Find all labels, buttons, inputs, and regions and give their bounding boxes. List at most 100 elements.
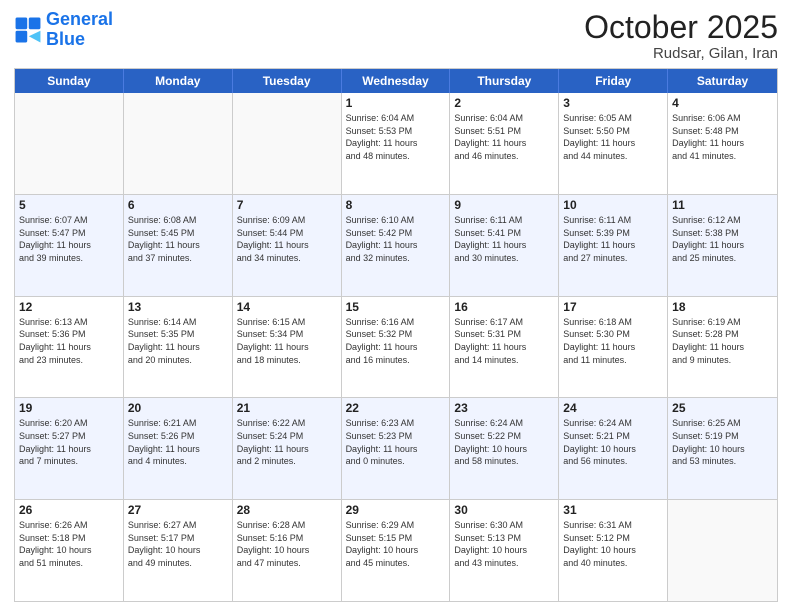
cell-day-number: 19 (19, 401, 119, 415)
header-monday: Monday (124, 69, 233, 93)
header-thursday: Thursday (450, 69, 559, 93)
cell-day-number: 3 (563, 96, 663, 110)
calendar-cell-1-0: 5 Sunrise: 6:07 AM Sunset: 5:47 PM Daylig… (15, 195, 124, 296)
calendar-cell-3-2: 21Sunrise: 6:22 AM Sunset: 5:24 PM Dayli… (233, 398, 342, 499)
cell-day-number: 27 (128, 503, 228, 517)
calendar-row-1: 5 Sunrise: 6:07 AM Sunset: 5:47 PM Daylig… (15, 194, 777, 296)
cell-day-number: 8 (346, 198, 446, 212)
calendar-cell-1-3: 8Sunrise: 6:10 AM Sunset: 5:42 PM Daylig… (342, 195, 451, 296)
cell-info-text: Sunrise: 6:29 AM Sunset: 5:15 PM Dayligh… (346, 519, 446, 569)
cell-info-text: Sunrise: 6:08 AM Sunset: 5:45 PM Dayligh… (128, 214, 228, 264)
calendar-cell-2-0: 12 Sunrise: 6:13 AM Sunset: 5:36 PM Dayli… (15, 297, 124, 398)
calendar-cell-2-4: 16 Sunrise: 6:17 AM Sunset: 5:31 PM Dayli… (450, 297, 559, 398)
cell-day-number: 5 (19, 198, 119, 212)
cell-info-text: Sunrise: 6:13 AM Sunset: 5:36 PM Dayligh… (19, 316, 119, 366)
cell-day-number: 2 (454, 96, 554, 110)
cell-day-number: 13 (128, 300, 228, 314)
calendar-cell-1-4: 9Sunrise: 6:11 AM Sunset: 5:41 PM Daylig… (450, 195, 559, 296)
calendar-cell-4-5: 31Sunrise: 6:31 AM Sunset: 5:12 PM Dayli… (559, 500, 668, 601)
header-friday: Friday (559, 69, 668, 93)
cell-day-number: 1 (346, 96, 446, 110)
cell-day-number: 28 (237, 503, 337, 517)
cell-info-text: Sunrise: 6:27 AM Sunset: 5:17 PM Dayligh… (128, 519, 228, 569)
calendar-cell-0-0 (15, 93, 124, 194)
cell-info-text: Sunrise: 6:11 AM Sunset: 5:39 PM Dayligh… (563, 214, 663, 264)
calendar-cell-2-6: 18Sunrise: 6:19 AM Sunset: 5:28 PM Dayli… (668, 297, 777, 398)
cell-day-number: 21 (237, 401, 337, 415)
title-block: October 2025 Rudsar, Gilan, Iran (584, 10, 778, 62)
calendar-row-0: 1 Sunrise: 6:04 AM Sunset: 5:53 PM Daylig… (15, 93, 777, 194)
cell-day-number: 22 (346, 401, 446, 415)
cell-day-number: 26 (19, 503, 119, 517)
calendar-cell-4-6 (668, 500, 777, 601)
cell-info-text: Sunrise: 6:20 AM Sunset: 5:27 PM Dayligh… (19, 417, 119, 467)
cell-info-text: Sunrise: 6:04 AM Sunset: 5:53 PM Dayligh… (346, 112, 446, 162)
cell-info-text: Sunrise: 6:15 AM Sunset: 5:34 PM Dayligh… (237, 316, 337, 366)
cell-info-text: Sunrise: 6:12 AM Sunset: 5:38 PM Dayligh… (672, 214, 773, 264)
cell-info-text: Sunrise: 6:07 AM Sunset: 5:47 PM Dayligh… (19, 214, 119, 264)
cell-info-text: Sunrise: 6:14 AM Sunset: 5:35 PM Dayligh… (128, 316, 228, 366)
cell-info-text: Sunrise: 6:04 AM Sunset: 5:51 PM Dayligh… (454, 112, 554, 162)
cell-info-text: Sunrise: 6:26 AM Sunset: 5:18 PM Dayligh… (19, 519, 119, 569)
cell-info-text: Sunrise: 6:05 AM Sunset: 5:50 PM Dayligh… (563, 112, 663, 162)
cell-day-number: 25 (672, 401, 773, 415)
calendar-row-2: 12 Sunrise: 6:13 AM Sunset: 5:36 PM Dayli… (15, 296, 777, 398)
calendar-cell-0-1 (124, 93, 233, 194)
logo-line1: General (46, 9, 113, 29)
header: General Blue October 2025 Rudsar, Gilan,… (14, 10, 778, 62)
cell-info-text: Sunrise: 6:06 AM Sunset: 5:48 PM Dayligh… (672, 112, 773, 162)
cell-day-number: 11 (672, 198, 773, 212)
calendar-header: Sunday Monday Tuesday Wednesday Thursday… (15, 69, 777, 93)
logo-text: General Blue (46, 10, 113, 50)
logo-line2: Blue (46, 29, 85, 49)
cell-info-text: Sunrise: 6:25 AM Sunset: 5:19 PM Dayligh… (672, 417, 773, 467)
calendar-cell-1-5: 10 Sunrise: 6:11 AM Sunset: 5:39 PM Dayli… (559, 195, 668, 296)
calendar-cell-4-3: 29Sunrise: 6:29 AM Sunset: 5:15 PM Dayli… (342, 500, 451, 601)
calendar-cell-2-2: 14Sunrise: 6:15 AM Sunset: 5:34 PM Dayli… (233, 297, 342, 398)
header-saturday: Saturday (668, 69, 777, 93)
header-wednesday: Wednesday (342, 69, 451, 93)
cell-info-text: Sunrise: 6:30 AM Sunset: 5:13 PM Dayligh… (454, 519, 554, 569)
calendar-cell-0-4: 2 Sunrise: 6:04 AM Sunset: 5:51 PM Daylig… (450, 93, 559, 194)
logo-icon (14, 16, 42, 44)
calendar-cell-4-2: 28 Sunrise: 6:28 AM Sunset: 5:16 PM Dayli… (233, 500, 342, 601)
calendar-cell-3-3: 22Sunrise: 6:23 AM Sunset: 5:23 PM Dayli… (342, 398, 451, 499)
cell-day-number: 12 (19, 300, 119, 314)
cell-day-number: 20 (128, 401, 228, 415)
calendar-cell-0-5: 3 Sunrise: 6:05 AM Sunset: 5:50 PM Daylig… (559, 93, 668, 194)
cell-info-text: Sunrise: 6:09 AM Sunset: 5:44 PM Dayligh… (237, 214, 337, 264)
calendar-cell-0-6: 4Sunrise: 6:06 AM Sunset: 5:48 PM Daylig… (668, 93, 777, 194)
calendar-cell-3-4: 23 Sunrise: 6:24 AM Sunset: 5:22 PM Dayli… (450, 398, 559, 499)
cell-day-number: 9 (454, 198, 554, 212)
cell-day-number: 31 (563, 503, 663, 517)
logo: General Blue (14, 10, 113, 50)
cell-day-number: 30 (454, 503, 554, 517)
calendar-row-3: 19 Sunrise: 6:20 AM Sunset: 5:27 PM Dayli… (15, 397, 777, 499)
cell-day-number: 7 (237, 198, 337, 212)
page: General Blue October 2025 Rudsar, Gilan,… (0, 0, 792, 612)
calendar-cell-3-5: 24Sunrise: 6:24 AM Sunset: 5:21 PM Dayli… (559, 398, 668, 499)
cell-info-text: Sunrise: 6:28 AM Sunset: 5:16 PM Dayligh… (237, 519, 337, 569)
cell-info-text: Sunrise: 6:24 AM Sunset: 5:21 PM Dayligh… (563, 417, 663, 467)
header-sunday: Sunday (15, 69, 124, 93)
cell-day-number: 17 (563, 300, 663, 314)
calendar-row-4: 26 Sunrise: 6:26 AM Sunset: 5:18 PM Dayli… (15, 499, 777, 601)
cell-info-text: Sunrise: 6:21 AM Sunset: 5:26 PM Dayligh… (128, 417, 228, 467)
cell-day-number: 15 (346, 300, 446, 314)
cell-info-text: Sunrise: 6:19 AM Sunset: 5:28 PM Dayligh… (672, 316, 773, 366)
header-tuesday: Tuesday (233, 69, 342, 93)
cell-info-text: Sunrise: 6:17 AM Sunset: 5:31 PM Dayligh… (454, 316, 554, 366)
calendar-cell-3-6: 25 Sunrise: 6:25 AM Sunset: 5:19 PM Dayli… (668, 398, 777, 499)
calendar-cell-0-2 (233, 93, 342, 194)
location-title: Rudsar, Gilan, Iran (584, 45, 778, 62)
calendar-cell-0-3: 1 Sunrise: 6:04 AM Sunset: 5:53 PM Daylig… (342, 93, 451, 194)
cell-info-text: Sunrise: 6:24 AM Sunset: 5:22 PM Dayligh… (454, 417, 554, 467)
cell-day-number: 10 (563, 198, 663, 212)
calendar-cell-4-0: 26 Sunrise: 6:26 AM Sunset: 5:18 PM Dayli… (15, 500, 124, 601)
cell-day-number: 23 (454, 401, 554, 415)
calendar-cell-2-5: 17Sunrise: 6:18 AM Sunset: 5:30 PM Dayli… (559, 297, 668, 398)
cell-day-number: 16 (454, 300, 554, 314)
calendar-body: 1 Sunrise: 6:04 AM Sunset: 5:53 PM Daylig… (15, 93, 777, 601)
cell-info-text: Sunrise: 6:16 AM Sunset: 5:32 PM Dayligh… (346, 316, 446, 366)
calendar-cell-1-1: 6Sunrise: 6:08 AM Sunset: 5:45 PM Daylig… (124, 195, 233, 296)
